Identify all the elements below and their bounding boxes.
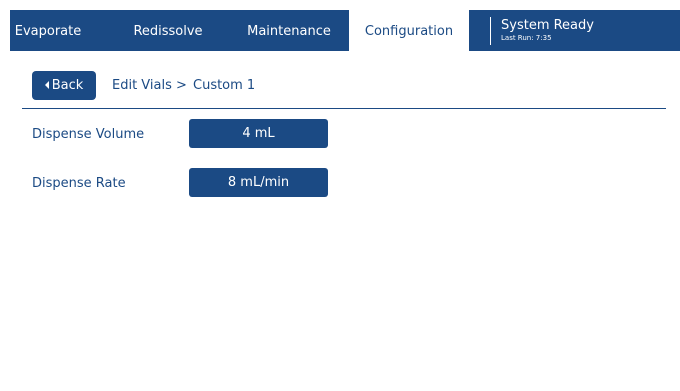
caret-left-icon [44,81,49,89]
status-title: System Ready [501,18,594,33]
dispense-volume-label: Dispense Volume [32,127,145,142]
system-status: System Ready Last Run: 7:35 [490,17,594,45]
breadcrumb-current: Custom 1 [193,78,256,93]
breadcrumb-parent[interactable]: Edit Vials > [112,71,187,100]
tab-redissolve[interactable]: Redissolve [120,10,216,51]
tab-maintenance[interactable]: Maintenance [234,10,344,51]
last-run-text: Last Run: 7:35 [501,34,552,42]
tab-configuration[interactable]: Configuration [349,10,469,51]
dispense-volume-field[interactable]: 4 mL [189,119,328,148]
back-button-label: Back [51,78,84,93]
divider [22,108,666,109]
back-button[interactable]: Back [32,71,96,100]
tab-evaporate[interactable]: Evaporate [10,10,86,51]
dispense-rate-label: Dispense Rate [32,176,126,191]
dispense-rate-field[interactable]: 8 mL/min [189,168,328,197]
top-nav-bar: Evaporate Redissolve Maintenance Configu… [10,10,680,51]
